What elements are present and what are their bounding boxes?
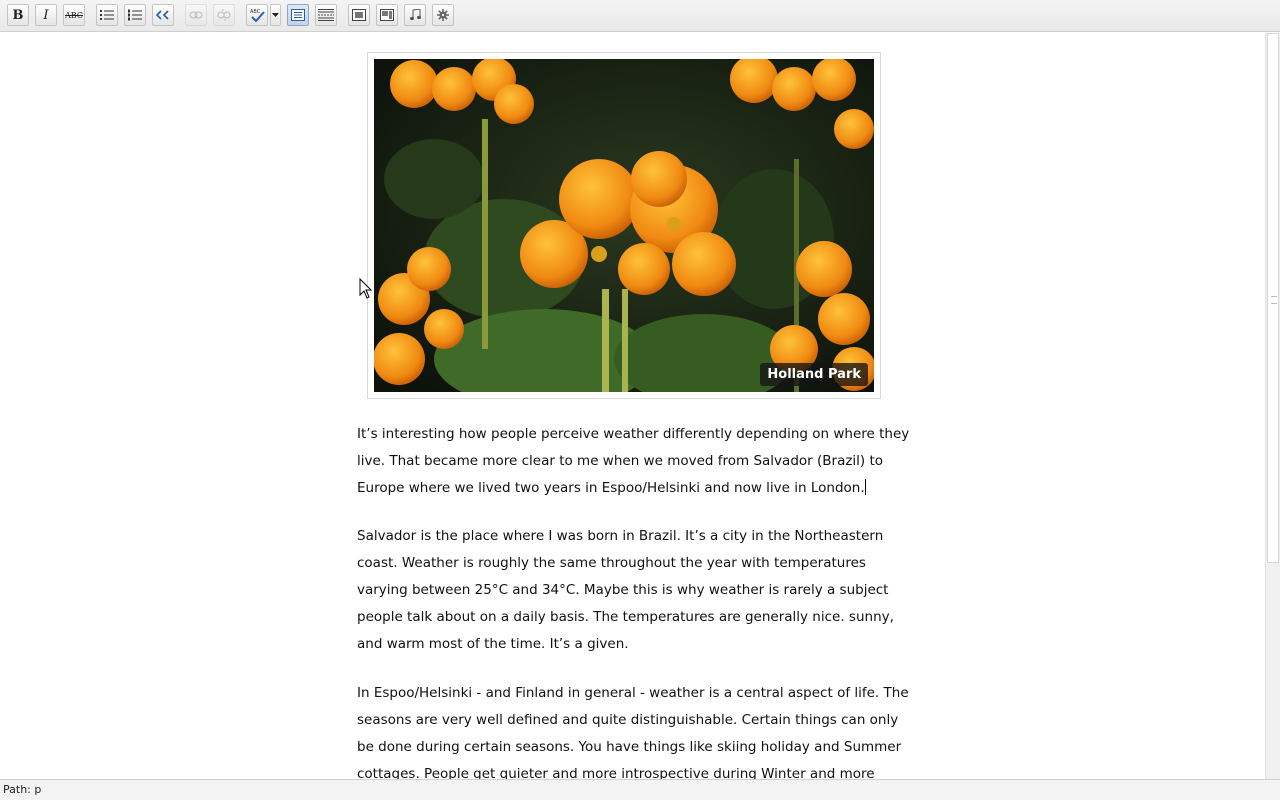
paragraph-2[interactable]: Salvador is the place where I was born i… xyxy=(357,523,913,658)
add-image-button[interactable] xyxy=(348,4,370,26)
add-media-button[interactable] xyxy=(432,4,454,26)
svg-text:ABC: ABC xyxy=(250,9,261,15)
mouse-pointer-icon xyxy=(359,278,373,299)
insert-more-button[interactable] xyxy=(315,4,337,26)
vertical-scrollbar[interactable] xyxy=(1265,33,1280,779)
spellcheck-button[interactable]: ABC xyxy=(246,4,268,26)
scrollbar-grip xyxy=(1271,296,1277,304)
numbered-list-button[interactable] xyxy=(124,4,146,26)
bold-button[interactable]: B xyxy=(7,4,29,26)
bullet-list-icon xyxy=(100,10,114,20)
paragraph-1[interactable]: It’s interesting how people perceive wea… xyxy=(357,421,913,502)
editor-toolbar: B I ABC ABC xyxy=(0,0,1280,32)
spellcheck-dropdown[interactable] xyxy=(270,4,281,26)
numbered-list-icon xyxy=(128,9,142,21)
paragraph-3[interactable]: In Espoo/Helsinki - and Finland in gener… xyxy=(357,680,913,779)
remove-link-button[interactable] xyxy=(213,4,235,26)
image-figure[interactable]: Holland Park xyxy=(367,52,881,399)
bullet-list-button[interactable] xyxy=(96,4,118,26)
image-caption: Holland Park xyxy=(760,363,868,386)
link-icon xyxy=(189,11,203,19)
video-icon xyxy=(380,9,394,21)
text-caret xyxy=(864,479,866,495)
gear-icon xyxy=(437,9,449,21)
element-path: Path: p xyxy=(3,783,42,796)
add-video-button[interactable] xyxy=(376,4,398,26)
kitchen-sink-icon xyxy=(291,9,305,21)
chevron-down-icon xyxy=(272,12,279,17)
music-icon xyxy=(410,9,421,21)
read-more-icon xyxy=(318,9,334,21)
spellcheck-icon: ABC xyxy=(250,9,265,22)
editor-content-area[interactable]: Holland Park It’s interesting how people… xyxy=(0,33,1265,779)
add-audio-button[interactable] xyxy=(404,4,426,26)
scrollbar-thumb[interactable] xyxy=(1267,33,1279,563)
flower-photo[interactable]: Holland Park xyxy=(374,59,874,392)
italic-button[interactable]: I xyxy=(35,4,57,26)
strikethrough-button[interactable]: ABC xyxy=(63,4,85,26)
unlink-icon xyxy=(217,9,231,21)
status-bar: Path: p xyxy=(0,779,1280,800)
paragraph-1-text: It’s interesting how people perceive wea… xyxy=(357,426,910,496)
toggle-toolbar-button[interactable] xyxy=(287,4,309,26)
blockquote-button[interactable] xyxy=(152,4,174,26)
image-icon xyxy=(352,9,366,21)
quote-icon xyxy=(156,10,169,20)
insert-link-button[interactable] xyxy=(185,4,207,26)
